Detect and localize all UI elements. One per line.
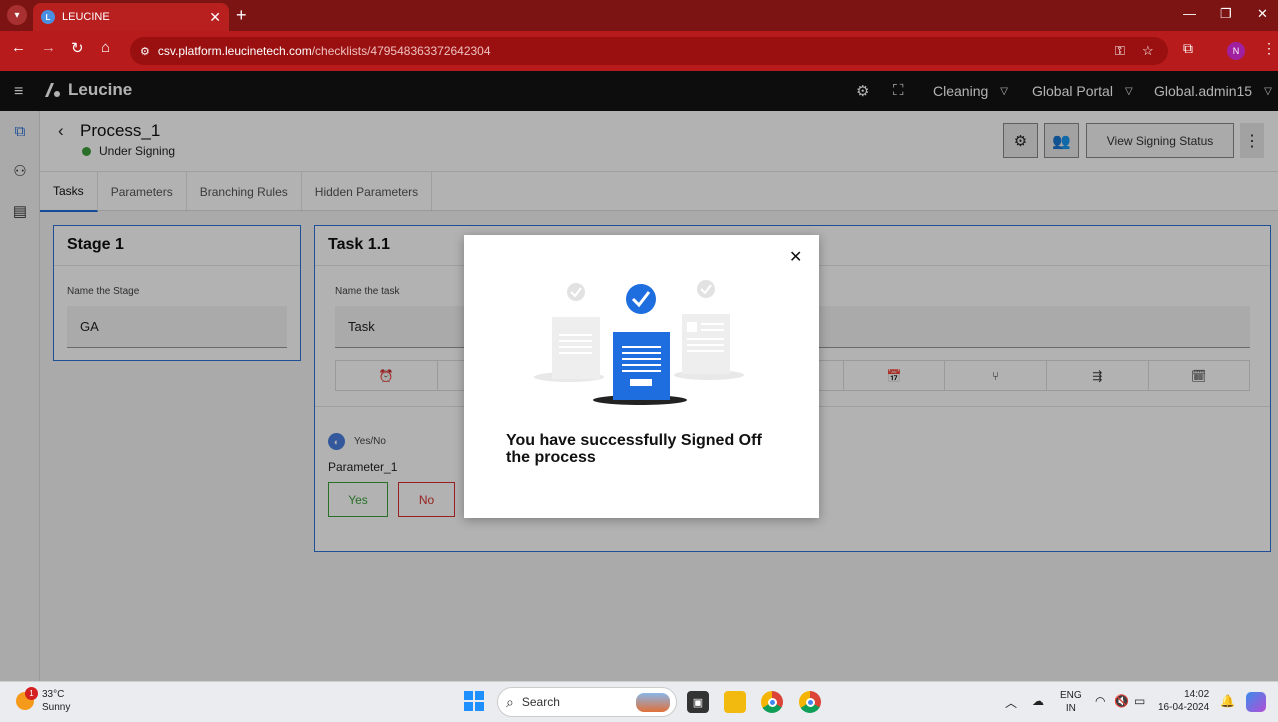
sun-icon: 1: [16, 687, 38, 710]
show-hidden-icons-chevron-icon[interactable]: ︿: [1005, 694, 1017, 711]
windows-start-icon[interactable]: [464, 691, 484, 711]
battery-icon[interactable]: ▭: [1134, 694, 1145, 708]
task-view-icon[interactable]: ▣: [687, 691, 709, 713]
signed-off-illustration: [534, 277, 749, 412]
tab-search-icon[interactable]: ▾: [7, 5, 27, 25]
clock-time: 14:02: [1184, 689, 1210, 700]
address-bar[interactable]: ⚙ csv.platform.leucinetech.com/checklist…: [130, 37, 1168, 65]
site-info-icon[interactable]: ⚙: [140, 45, 150, 58]
modal-message: You have successfully Signed Off the pro…: [506, 432, 762, 466]
extensions-icon[interactable]: ⧉: [1183, 40, 1193, 57]
password-key-icon[interactable]: ⚿: [1115, 43, 1125, 59]
home-icon[interactable]: ⌂: [101, 39, 110, 56]
weather-widget[interactable]: 1 33°C Sunny: [16, 687, 71, 714]
reload-icon[interactable]: ↻: [71, 39, 84, 57]
browser-tabstrip: ▾ L LEUCINE ✕ + — ❐ ✕: [0, 0, 1278, 31]
search-highlight-image: [636, 693, 670, 712]
clock-date: 16-04-2024: [1158, 702, 1210, 713]
browser-toolbar: ← → ↻ ⌂ ⚙ csv.platform.leucinetech.com/c…: [0, 31, 1278, 71]
onedrive-icon[interactable]: ☁: [1032, 694, 1044, 708]
forward-arrow-icon[interactable]: →: [41, 39, 56, 56]
system-clock[interactable]: 14:02 16-04-2024: [1158, 688, 1209, 714]
wifi-icon[interactable]: ◠: [1095, 694, 1105, 708]
profile-avatar[interactable]: N: [1227, 42, 1245, 60]
lang-code: ENG: [1060, 690, 1082, 701]
back-arrow-icon[interactable]: ←: [11, 39, 26, 56]
browser-menu-icon[interactable]: ⋮: [1262, 40, 1276, 57]
window-close-icon[interactable]: ✕: [1257, 6, 1268, 22]
file-explorer-icon[interactable]: [724, 691, 746, 713]
url-path: /checklists/479548363372642304: [311, 44, 491, 58]
minimize-icon[interactable]: —: [1183, 6, 1196, 21]
url-domain: csv.platform.leucinetech.com: [157, 44, 312, 58]
notification-bell-icon[interactable]: 🔔: [1220, 694, 1235, 708]
search-icon: ⌕: [506, 693, 514, 710]
modal-close-icon[interactable]: ✕: [789, 247, 802, 267]
new-tab-button[interactable]: +: [236, 5, 247, 26]
copilot-icon[interactable]: [1246, 692, 1266, 712]
taskbar-search[interactable]: ⌕ Search: [497, 687, 677, 717]
success-modal: ✕ You have successfully Signed Off the p…: [464, 235, 819, 518]
restore-icon[interactable]: ❐: [1220, 6, 1232, 22]
language-indicator[interactable]: ENG IN: [1060, 689, 1082, 715]
chrome-profile-icon[interactable]: [799, 691, 821, 713]
weather-badge: 1: [25, 687, 38, 700]
leucine-favicon-icon: L: [41, 10, 55, 24]
chrome-icon[interactable]: [761, 691, 783, 713]
lang-region: IN: [1065, 703, 1076, 714]
temperature: 33°C: [42, 689, 65, 700]
browser-tab-title: LEUCINE: [62, 11, 110, 23]
close-tab-icon[interactable]: ✕: [209, 9, 221, 26]
bookmark-star-icon[interactable]: ☆: [1142, 43, 1154, 59]
browser-tab[interactable]: L LEUCINE ✕: [33, 3, 229, 31]
search-placeholder: Search: [521, 695, 560, 709]
speaker-muted-icon[interactable]: 🔇: [1114, 694, 1129, 708]
weather-condition: Sunny: [42, 702, 71, 713]
windows-taskbar: 1 33°C Sunny ⌕ Search ▣ ︿ ☁ ENG IN ◠ 🔇 ▭…: [0, 681, 1278, 722]
